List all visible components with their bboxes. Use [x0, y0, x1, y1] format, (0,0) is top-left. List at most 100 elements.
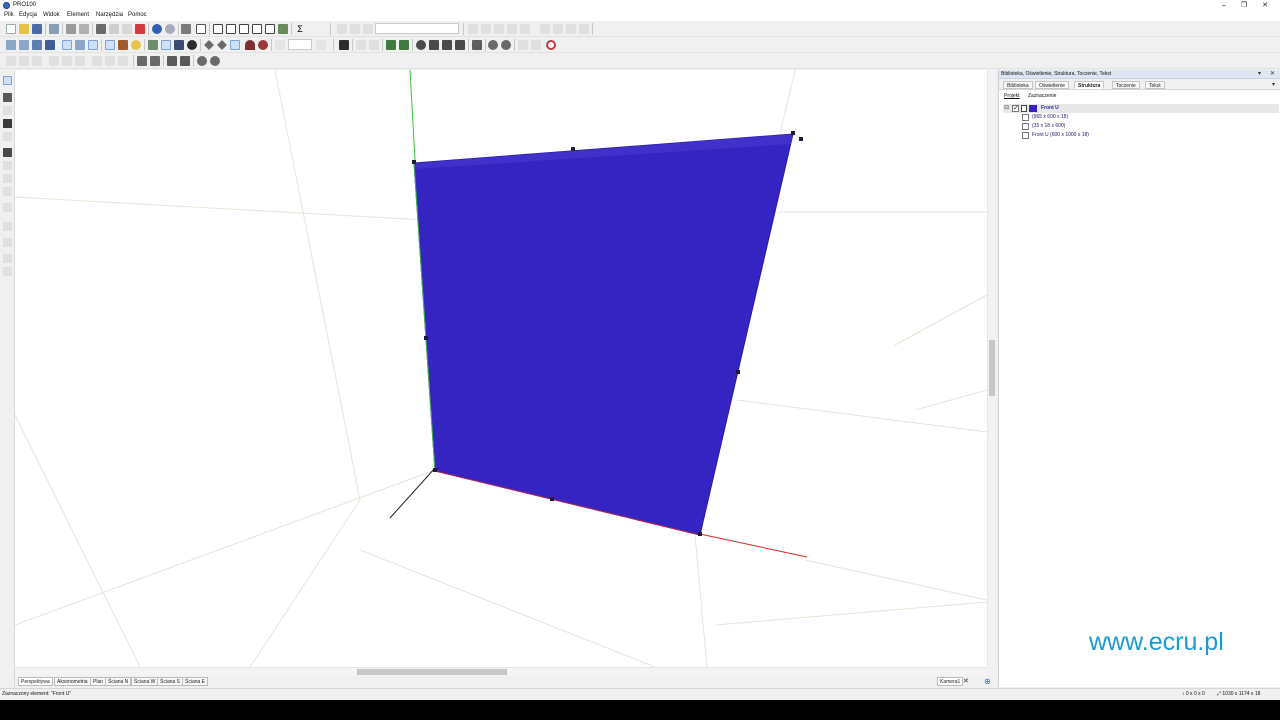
lock-icon[interactable] [1021, 105, 1027, 112]
viewport-horizontal-scrollbar[interactable] [15, 667, 987, 676]
cube-icon[interactable] [75, 40, 85, 50]
cube-icon[interactable] [62, 40, 72, 50]
subtab-projekt[interactable]: Projekt [1004, 93, 1020, 99]
measure-icon[interactable] [161, 40, 171, 50]
settings-icon[interactable] [278, 24, 288, 34]
magnet-icon[interactable] [245, 40, 255, 50]
rotate-icon[interactable] [210, 56, 220, 66]
select-tool-icon[interactable] [3, 76, 12, 85]
selection-handle[interactable] [424, 336, 428, 340]
pin-icon[interactable]: ▾ [1258, 70, 1261, 77]
zoom-field[interactable] [288, 39, 312, 50]
3d-viewport[interactable] [15, 70, 987, 667]
page-icon[interactable] [252, 24, 262, 34]
add-camera-icon[interactable]: ⊕ [984, 677, 991, 686]
tab-plan[interactable]: Plan [90, 677, 107, 686]
globe-icon[interactable] [152, 24, 162, 34]
diamond-icon[interactable] [204, 40, 214, 50]
tab-tekst[interactable]: Tekst [1145, 81, 1165, 89]
selection-handle[interactable] [412, 160, 416, 164]
visibility-checkbox[interactable] [1022, 114, 1029, 121]
tree-item[interactable]: Front U (600 x 1000 x 18) [999, 131, 1275, 140]
cut-icon[interactable] [96, 24, 106, 34]
selection-handle[interactable] [698, 532, 702, 536]
cube-icon[interactable] [32, 40, 42, 50]
tab-sciana-s[interactable]: Ściana S [157, 677, 184, 686]
scrollbar-thumb[interactable] [989, 340, 995, 396]
visibility-checkbox[interactable] [1012, 104, 1019, 113]
save-icon[interactable] [32, 24, 42, 34]
selection-handle[interactable] [736, 370, 740, 374]
panel-dropdown-icon[interactable]: ▾ [1272, 81, 1275, 88]
print-icon[interactable] [66, 24, 76, 34]
scale-icon[interactable] [455, 40, 465, 50]
visibility-checkbox[interactable] [1022, 123, 1029, 130]
cube-icon[interactable] [19, 40, 29, 50]
tab-struktura[interactable]: Struktura [1074, 81, 1105, 89]
diamond-icon[interactable] [217, 40, 227, 50]
arrow-up-icon[interactable] [399, 40, 409, 50]
cube-icon[interactable] [6, 40, 16, 50]
tab-toczenie[interactable]: Toczenie [1112, 81, 1140, 89]
cube-icon[interactable] [45, 40, 55, 50]
align-top-icon[interactable] [167, 56, 177, 66]
tab-perspektywa[interactable]: Perspektywa [18, 677, 53, 686]
selection-handle[interactable] [791, 131, 795, 135]
eye-icon[interactable] [187, 40, 197, 50]
subtab-zaznaczenie[interactable]: Zaznaczenie [1028, 93, 1056, 99]
page-icon[interactable] [239, 24, 249, 34]
window-icon[interactable] [196, 24, 206, 34]
grid-icon[interactable] [174, 40, 184, 50]
print-preview-icon[interactable] [79, 24, 89, 34]
close-button[interactable]: ✕ [1250, 1, 1280, 10]
menu-widok[interactable]: Widok [43, 12, 60, 18]
close-camera-icon[interactable]: ✕ [963, 677, 969, 686]
bulb-icon[interactable] [131, 40, 141, 50]
tree-root-row[interactable]: ⊟ Front U [1003, 104, 1279, 113]
arrow-down-icon[interactable] [386, 40, 396, 50]
rotate-icon[interactable] [416, 40, 426, 50]
viewport-vertical-scrollbar[interactable] [987, 70, 995, 667]
tab-sciana-e[interactable]: Ściana E [182, 677, 209, 686]
tab-sciana-w[interactable]: Ściana W [131, 677, 159, 686]
delete-icon[interactable] [135, 24, 145, 34]
ellipse-icon[interactable] [488, 40, 498, 50]
page-icon[interactable] [265, 24, 275, 34]
camera-icon[interactable] [230, 40, 240, 50]
tab-camera[interactable]: Kamera1 [937, 677, 964, 686]
target-icon[interactable] [546, 40, 556, 50]
tree-item[interactable]: (965 x 600 x 18) [999, 113, 1275, 122]
selection-handle[interactable] [433, 468, 437, 472]
link-icon[interactable] [148, 40, 158, 50]
front-panel[interactable] [413, 133, 794, 536]
cube-icon[interactable] [88, 40, 98, 50]
tab-biblioteka[interactable]: Biblioteka [1003, 81, 1033, 89]
tab-aksonometria[interactable]: Aksonometria [54, 677, 91, 686]
visibility-checkbox[interactable] [1022, 132, 1029, 139]
move-icon[interactable] [429, 40, 439, 50]
brush-icon[interactable] [118, 40, 128, 50]
new-file-icon[interactable] [6, 24, 16, 34]
selection-handle[interactable] [550, 497, 554, 501]
tab-oswietlenie[interactable]: Oświetlenie [1035, 81, 1069, 89]
rotate-icon[interactable] [197, 56, 207, 66]
tab-sciana-n[interactable]: Ściana N [105, 677, 132, 686]
scrollbar-thumb[interactable] [357, 669, 507, 675]
render-icon[interactable] [181, 24, 191, 34]
ellipse-icon[interactable] [501, 40, 511, 50]
panel-close-icon[interactable]: ✕ [1270, 70, 1275, 77]
rotation-handle[interactable] [799, 137, 803, 141]
stop-icon[interactable] [258, 40, 268, 50]
collapse-icon[interactable]: ⊟ [1004, 104, 1009, 113]
menu-edycja[interactable]: Edycja [19, 12, 37, 18]
sphere-icon[interactable] [165, 24, 175, 34]
flip-icon[interactable] [137, 56, 147, 66]
flip-icon[interactable] [150, 56, 160, 66]
open-file-icon[interactable] [19, 24, 29, 34]
menu-pomoc[interactable]: Pomoc [128, 12, 147, 18]
menu-element[interactable]: Element [67, 12, 89, 18]
pointer-icon[interactable] [105, 40, 115, 50]
scene-canvas[interactable] [15, 70, 987, 667]
menu-narzedzia[interactable]: Narzędzia [96, 12, 123, 18]
tree-item[interactable]: (35 x 18 x 600) [999, 122, 1275, 131]
